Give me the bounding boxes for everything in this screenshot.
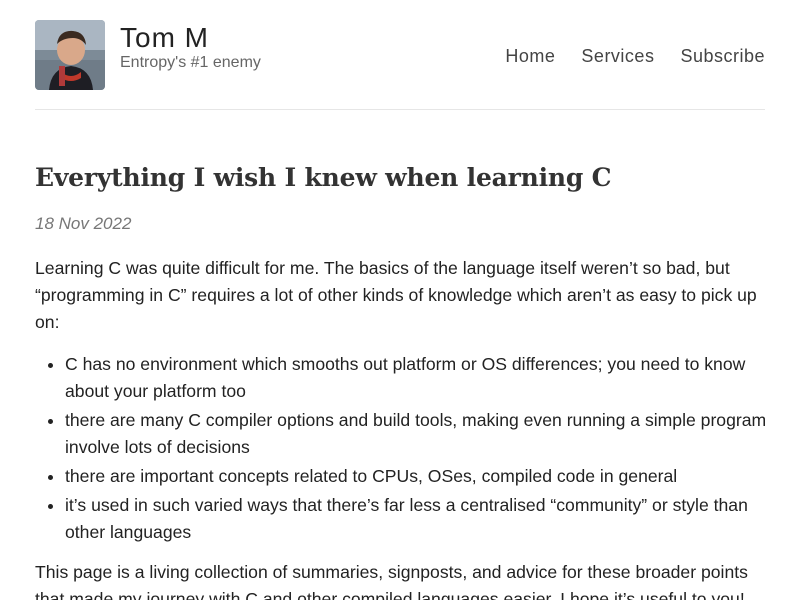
nav-link-services[interactable]: Services	[581, 45, 654, 67]
list-item: there are many C compiler options and bu…	[65, 407, 775, 461]
post-content: Everything I wish I knew when learning C…	[35, 158, 775, 600]
post-date: 18 Nov 2022	[35, 214, 132, 233]
post-title: Everything I wish I knew when learning C	[35, 163, 612, 192]
site-tagline: Entropy's #1 enemy	[120, 54, 261, 71]
avatar[interactable]	[35, 20, 105, 90]
list-item: C has no environment which smooths out p…	[65, 351, 775, 405]
nav-link-subscribe[interactable]: Subscribe	[680, 45, 765, 67]
post-intro-paragraph: Learning C was quite difficult for me. T…	[35, 258, 757, 332]
site-title[interactable]: Tom M	[120, 22, 209, 54]
avatar-photo	[35, 20, 105, 90]
header-divider	[35, 109, 765, 110]
post-points-list: C has no environment which smooths out p…	[35, 351, 775, 546]
main-nav: Home Services Subscribe	[505, 45, 765, 67]
site-header: Tom M Entropy's #1 enemy Home Services S…	[35, 20, 765, 110]
post-outro-paragraph: This page is a living collection of summ…	[35, 562, 748, 600]
list-item: it’s used in such varied ways that there…	[65, 492, 775, 546]
list-item: there are important concepts related to …	[65, 463, 775, 490]
nav-link-home[interactable]: Home	[505, 45, 555, 67]
